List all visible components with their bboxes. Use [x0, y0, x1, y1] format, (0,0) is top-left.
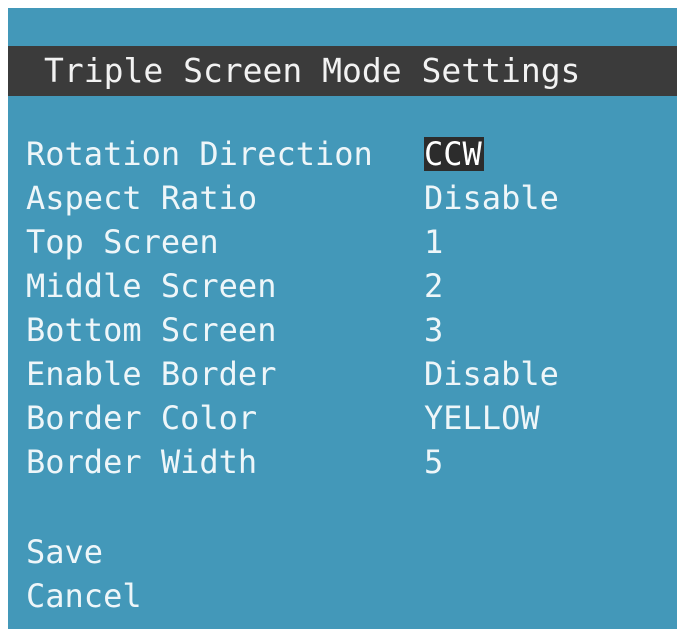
setting-value[interactable]: 2	[424, 264, 443, 308]
menu-title: Triple Screen Mode Settings	[44, 51, 581, 90]
cancel-button[interactable]: Cancel	[26, 574, 142, 618]
setting-row-rotation-direction[interactable]: Rotation Direction CCW	[8, 132, 677, 176]
setting-label: Top Screen	[26, 223, 219, 261]
setting-row-aspect-ratio[interactable]: Aspect Ratio Disable	[8, 176, 677, 220]
title-bar: Triple Screen Mode Settings	[8, 46, 677, 96]
setting-row-top-screen[interactable]: Top Screen 1	[8, 220, 677, 264]
setting-row-enable-border[interactable]: Enable Border Disable	[8, 352, 677, 396]
setting-label: Middle Screen	[26, 267, 277, 305]
setting-value[interactable]: 5	[424, 440, 443, 484]
setting-label: Border Width	[26, 443, 258, 481]
save-button[interactable]: Save	[26, 530, 103, 574]
setting-row-border-color[interactable]: Border Color YELLOW	[8, 396, 677, 440]
setting-row-middle-screen[interactable]: Middle Screen 2	[8, 264, 677, 308]
setting-value[interactable]: 1	[424, 220, 443, 264]
setting-label: Border Color	[26, 399, 258, 437]
setting-value[interactable]: YELLOW	[424, 396, 540, 440]
osd-menu-screen: Triple Screen Mode Settings Rotation Dir…	[8, 8, 677, 629]
setting-row-bottom-screen[interactable]: Bottom Screen 3	[8, 308, 677, 352]
setting-label: Enable Border	[26, 355, 277, 393]
setting-label: Bottom Screen	[26, 311, 277, 349]
setting-row-border-width[interactable]: Border Width 5	[8, 440, 677, 484]
setting-value[interactable]: Disable	[424, 176, 559, 220]
setting-value-selected[interactable]: CCW	[424, 137, 484, 171]
setting-label: Rotation Direction	[26, 135, 373, 173]
setting-value[interactable]: Disable	[424, 352, 559, 396]
setting-label: Aspect Ratio	[26, 179, 258, 217]
setting-value[interactable]: 3	[424, 308, 443, 352]
